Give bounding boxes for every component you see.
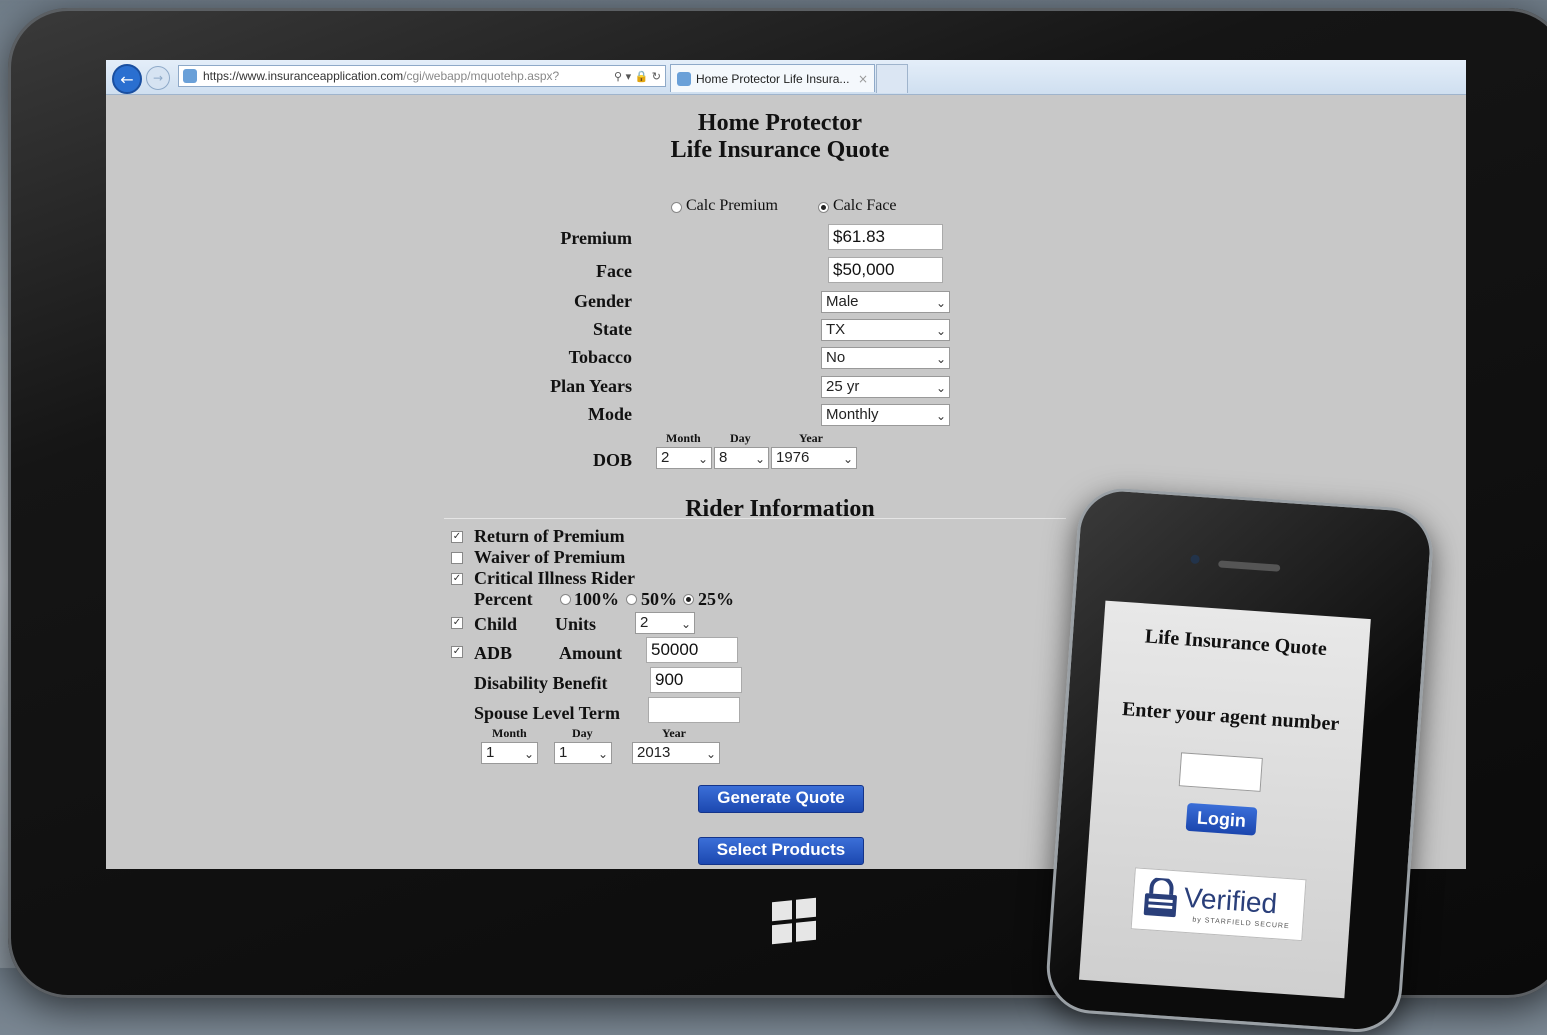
return-of-premium-label: Return of Premium <box>474 526 625 546</box>
phone-camera-icon <box>1190 554 1200 565</box>
gender-label: Gender <box>574 291 632 311</box>
waiver-of-premium-label: Waiver of Premium <box>474 547 626 567</box>
phone-device: Life Insurance Quote Enter your agent nu… <box>1043 485 1436 1035</box>
premium-label: Premium <box>560 228 632 248</box>
phone-screen: Life Insurance Quote Enter your agent nu… <box>1078 600 1371 999</box>
mode-label: Mode <box>588 404 632 424</box>
dob-day-header: Day <box>730 431 751 445</box>
windows-logo-icon[interactable] <box>772 897 816 945</box>
mode-select[interactable]: Monthly ⌄ <box>821 404 950 426</box>
tab-close-icon[interactable]: × <box>852 72 874 86</box>
spouse-level-term-input[interactable] <box>648 697 740 723</box>
phone-title: Life Insurance Quote <box>1144 625 1328 661</box>
percent-25-label: 25% <box>698 589 734 609</box>
adb-checkbox[interactable]: ✓ <box>451 646 463 658</box>
face-label: Face <box>596 261 632 281</box>
lock-icon <box>1143 876 1177 918</box>
spouse-day-select[interactable]: 1 ⌄ <box>554 742 612 764</box>
chevron-down-icon: ⌄ <box>705 747 716 761</box>
disability-benefit-label: Disability Benefit <box>474 673 608 693</box>
chevron-down-icon: ⌄ <box>935 381 946 395</box>
agent-number-input[interactable] <box>1178 752 1263 792</box>
chevron-down-icon: ⌄ <box>935 352 946 366</box>
browser-toolbar: ← → https://www.insuranceapplication.com… <box>106 60 1466 95</box>
tobacco-label: Tobacco <box>568 347 632 367</box>
gender-select[interactable]: Male ⌄ <box>821 291 950 313</box>
url-text: https://www.insuranceapplication.com/cgi… <box>203 69 560 83</box>
spouse-month-header: Month <box>492 726 527 740</box>
dob-month-select[interactable]: 2 ⌄ <box>656 447 712 469</box>
calc-face-radio[interactable] <box>818 202 829 213</box>
percent-50-label: 50% <box>641 589 677 609</box>
new-tab-button[interactable] <box>876 64 908 93</box>
adb-amount-input[interactable]: 50000 <box>646 637 738 663</box>
dob-day-select[interactable]: 8 ⌄ <box>714 447 769 469</box>
tobacco-select[interactable]: No ⌄ <box>821 347 950 369</box>
spouse-year-header: Year <box>662 726 686 740</box>
face-input[interactable]: $50,000 <box>828 257 943 283</box>
state-select[interactable]: TX ⌄ <box>821 319 950 341</box>
calc-premium-label: Calc Premium <box>686 197 778 214</box>
chevron-down-icon: ⌄ <box>935 296 946 310</box>
percent-50-radio[interactable] <box>626 594 637 605</box>
verified-text: Verified <box>1182 881 1279 920</box>
chevron-down-icon: ⌄ <box>935 409 946 423</box>
amount-label: Amount <box>559 643 623 663</box>
plan-years-select[interactable]: 25 yr ⌄ <box>821 376 950 398</box>
adb-label: ADB <box>474 643 513 663</box>
address-tools-icons[interactable]: ⚲ ▾ 🔒 ↻ <box>610 70 665 83</box>
login-button[interactable]: Login <box>1185 802 1258 836</box>
calc-face-label: Calc Face <box>833 197 897 214</box>
dob-year-select[interactable]: 1976 ⌄ <box>771 447 857 469</box>
critical-illness-checkbox[interactable]: ✓ <box>451 573 463 585</box>
page-title-line1: Home Protector <box>697 110 863 136</box>
calc-premium-radio[interactable] <box>671 202 682 213</box>
site-favicon-icon <box>183 69 197 83</box>
spouse-year-select[interactable]: 2013 ⌄ <box>632 742 720 764</box>
return-of-premium-checkbox[interactable]: ✓ <box>451 531 463 543</box>
premium-input[interactable]: $61.83 <box>828 224 943 250</box>
percent-100-label: 100% <box>574 589 619 609</box>
generate-quote-button[interactable]: Generate Quote <box>698 785 864 813</box>
state-label: State <box>593 319 632 339</box>
spouse-day-header: Day <box>572 726 593 740</box>
back-arrow-icon[interactable]: ← <box>112 64 142 94</box>
verified-badge[interactable]: Verified by STARFIELD SECURE <box>1130 867 1307 942</box>
child-checkbox[interactable]: ✓ <box>451 617 463 629</box>
chevron-down-icon: ⌄ <box>597 747 608 761</box>
percent-25-radio[interactable] <box>683 594 694 605</box>
spouse-month-select[interactable]: 1 ⌄ <box>481 742 538 764</box>
disability-benefit-input[interactable]: 900 <box>650 667 742 693</box>
chevron-down-icon: ⌄ <box>680 617 691 631</box>
percent-100-radio[interactable] <box>560 594 571 605</box>
dob-month-header: Month <box>666 431 701 445</box>
phone-agent-prompt: Enter your agent number <box>1121 698 1340 736</box>
child-label: Child <box>474 614 518 634</box>
chevron-down-icon: ⌄ <box>935 324 946 338</box>
chevron-down-icon: ⌄ <box>523 747 534 761</box>
phone-speaker <box>1218 560 1281 572</box>
browser-tab[interactable]: Home Protector Life Insura... × <box>670 64 875 92</box>
dob-label: DOB <box>592 450 632 470</box>
percent-label: Percent <box>474 589 533 609</box>
address-bar[interactable]: https://www.insuranceapplication.com/cgi… <box>178 65 666 87</box>
chevron-down-icon: ⌄ <box>842 452 853 466</box>
tab-favicon-icon <box>677 71 691 86</box>
critical-illness-label: Critical Illness Rider <box>474 568 635 588</box>
plan-years-label: Plan Years <box>550 376 632 396</box>
waiver-of-premium-checkbox[interactable] <box>451 552 463 564</box>
spouse-level-term-label: Spouse Level Term <box>474 703 621 723</box>
select-products-button[interactable]: Select Products <box>698 837 864 865</box>
tab-title: Home Protector Life Insura... <box>696 71 850 86</box>
dob-year-header: Year <box>799 431 823 445</box>
forward-arrow-icon[interactable]: → <box>146 66 170 90</box>
units-label: Units <box>555 614 597 634</box>
page-title-line2: Life Insurance Quote <box>670 137 890 163</box>
chevron-down-icon: ⌄ <box>754 452 765 466</box>
units-select[interactable]: 2 ⌄ <box>635 612 695 634</box>
chevron-down-icon: ⌄ <box>697 452 708 466</box>
